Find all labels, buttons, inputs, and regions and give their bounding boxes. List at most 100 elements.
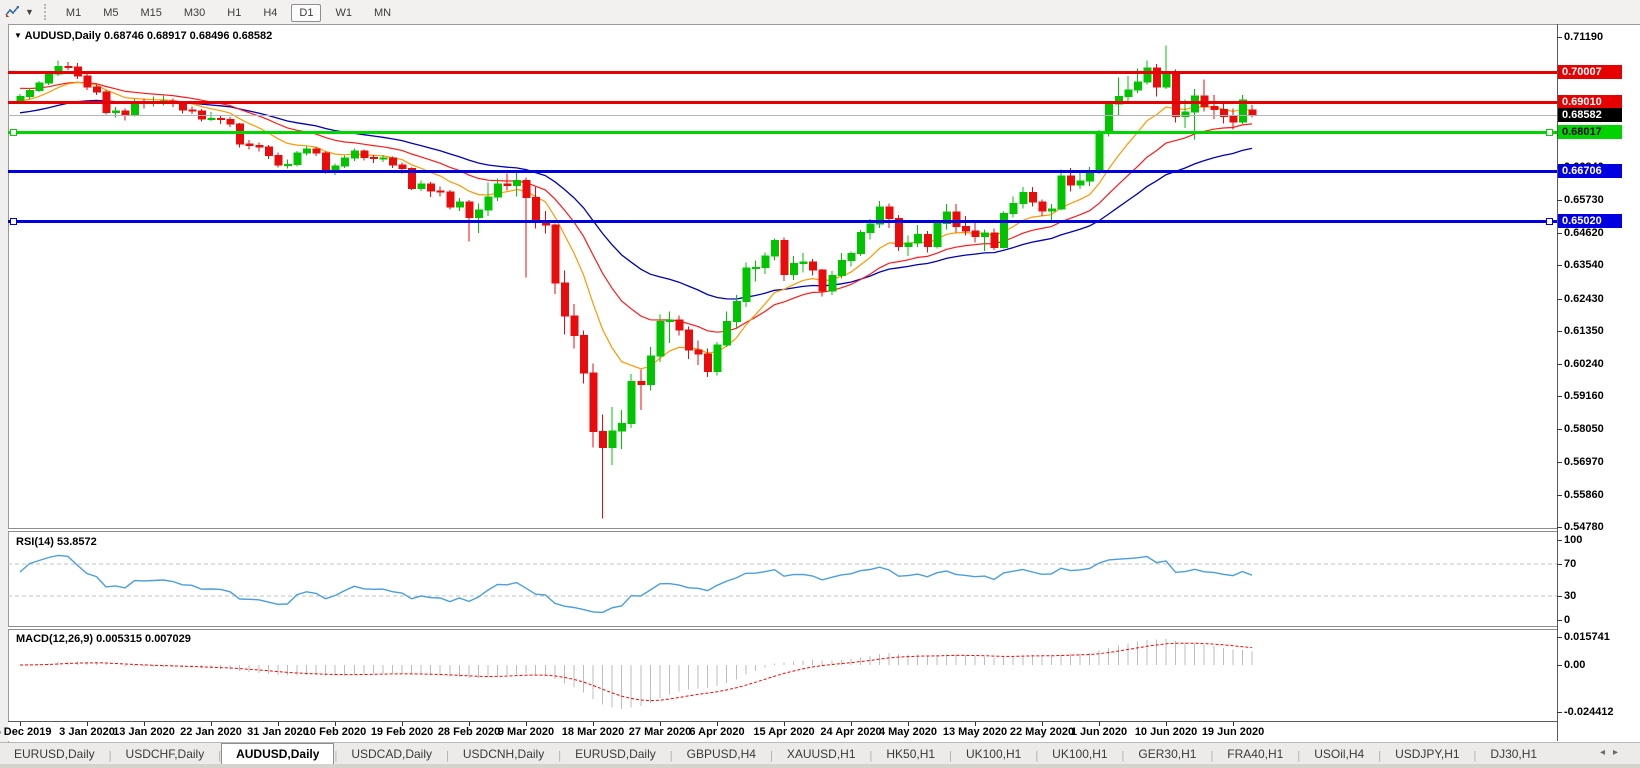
price-tick-label: 0.71190 [1564, 31, 1603, 44]
price-tick-label: 0.58050 [1564, 423, 1604, 436]
timeframe-button-m30[interactable]: M30 [176, 4, 213, 22]
macd-tick-mark [1557, 637, 1562, 638]
level-line-0.65020[interactable] [8, 220, 1557, 223]
chart-tab-xauusd-h1[interactable]: XAUUSD,H1 [773, 744, 870, 765]
chart-tab-hk50-h1[interactable]: HK50,H1 [872, 744, 949, 765]
date-label: 22 May 2020 [1010, 726, 1074, 738]
chart-tab-usdcnh-daily[interactable]: USDCNH,Daily [449, 744, 558, 765]
chart-tab-usdjpy-h1[interactable]: USDJPY,H1 [1381, 744, 1473, 765]
date-label: 13 Jan 2020 [113, 726, 175, 738]
level-line-0.70007[interactable] [8, 71, 1557, 74]
window-bottom-edge [0, 764, 1640, 768]
chart-tab-audusd-daily[interactable]: AUDUSD,Daily [221, 743, 334, 766]
toolbar-left-group: ▼ [0, 4, 55, 20]
price-tick-mark [1557, 462, 1562, 463]
rsi-tick-mark [1557, 564, 1562, 565]
price-tick-label: 0.63540 [1564, 259, 1604, 272]
chart-tab-eurusd-daily[interactable]: EURUSD,Daily [0, 744, 109, 765]
rsi-tick-label: 30 [1564, 590, 1576, 603]
level-line-handle[interactable] [10, 129, 17, 136]
date-label: 13 May 2020 [943, 726, 1007, 738]
date-label: 22 Jan 2020 [180, 726, 242, 738]
timeframe-button-d1[interactable]: D1 [291, 4, 321, 22]
price-tick-label: 0.54780 [1564, 521, 1604, 534]
chart-tab-eurusd-daily[interactable]: EURUSD,Daily [561, 744, 670, 765]
macd-tick-mark [1557, 665, 1562, 666]
chart-tab-fra40-h1[interactable]: FRA40,H1 [1213, 744, 1297, 765]
date-axis: 25 Dec 20193 Jan 202013 Jan 202022 Jan 2… [8, 722, 1557, 741]
tab-scroll-right-icon[interactable]: ▸ [1613, 747, 1626, 758]
chart-tab-usdchf-daily[interactable]: USDCHF,Daily [112, 744, 219, 765]
level-line-0.69010[interactable] [8, 101, 1557, 104]
chart-tab-ger30-h1[interactable]: GER30,H1 [1124, 744, 1210, 765]
price-level-badge: 0.70007 [1558, 65, 1622, 79]
level-line-0.68017[interactable] [8, 131, 1557, 134]
candles [17, 46, 1256, 519]
level-line-handle[interactable] [1546, 218, 1553, 225]
timeframe-button-w1[interactable]: W1 [327, 4, 360, 22]
macd-histogram [20, 639, 1252, 709]
price-tick-mark [1557, 331, 1562, 332]
chart-tab-bar: EURUSD,Daily|USDCHF,Daily|AUDUSD,Daily|U… [0, 742, 1640, 765]
chart-tab-uk100-h1[interactable]: UK100,H1 [1038, 744, 1121, 765]
level-line-0.66706[interactable] [8, 170, 1557, 173]
date-label: 19 Jun 2020 [1202, 726, 1264, 738]
timeframe-button-m5[interactable]: M5 [95, 4, 126, 22]
price-tick-label: 0.56970 [1564, 456, 1604, 469]
timeframe-button-h1[interactable]: H1 [219, 4, 249, 22]
date-label: 28 Feb 2020 [438, 726, 500, 738]
price-tick-label: 0.61350 [1564, 325, 1604, 338]
level-line-handle[interactable] [1546, 129, 1553, 136]
price-tick-mark [1557, 364, 1562, 365]
price-level-badge: 0.69010 [1558, 95, 1622, 109]
chart-tab-dj30-h1[interactable]: DJ30,H1 [1476, 744, 1551, 765]
price-tick-mark [1557, 37, 1562, 38]
price-level-badge: 0.66706 [1558, 164, 1622, 178]
price-level-badge: 0.68017 [1558, 125, 1622, 139]
price-tick-mark [1557, 265, 1562, 266]
timeframe-buttons: M1 M5 M15 M30 H1 H4 D1 W1 MN [55, 3, 402, 21]
timeframe-button-m1[interactable]: M1 [58, 4, 89, 22]
tab-scroll-left-icon[interactable]: ◂ [1600, 747, 1613, 758]
date-label: 10 Feb 2020 [304, 726, 366, 738]
price-tick-label: 0.55860 [1564, 489, 1604, 502]
level-line-handle[interactable] [10, 218, 17, 225]
rsi-tick-label: 70 [1564, 558, 1576, 571]
timeframe-toolbar: ▼ M1 M5 M15 M30 H1 H4 D1 W1 MN [0, 0, 1640, 25]
price-tick-mark [1557, 233, 1562, 234]
current-price-line [8, 115, 1557, 116]
rsi-chart-canvas [8, 532, 1557, 626]
chart-tab-usoil-h4[interactable]: USOil,H4 [1300, 744, 1378, 765]
macd-signal-line [20, 643, 1252, 700]
date-label: 18 Mar 2020 [562, 726, 624, 738]
price-tick-mark [1557, 429, 1562, 430]
price-chart-canvas [8, 24, 1557, 528]
timeframe-button-h4[interactable]: H4 [255, 4, 285, 22]
timeframe-button-m15[interactable]: M15 [132, 4, 169, 22]
price-tick-label: 0.60240 [1564, 358, 1604, 371]
toolbar-grip-handle[interactable] [44, 4, 49, 20]
rsi-tick-mark [1557, 596, 1562, 597]
price-tick-mark [1557, 495, 1562, 496]
price-level-badge: 0.65020 [1558, 214, 1622, 228]
current-price-badge: 0.68582 [1558, 108, 1622, 122]
date-label: 19 Feb 2020 [371, 726, 433, 738]
date-label: 31 Jan 2020 [247, 726, 309, 738]
charts-toolbar-icon[interactable] [4, 4, 20, 20]
chevron-down-icon[interactable]: ▼ [25, 7, 34, 17]
rsi-tick-mark [1557, 620, 1562, 621]
date-label: 24 Apr 2020 [820, 726, 881, 738]
date-label: 10 Jun 2020 [1135, 726, 1197, 738]
tab-scroll-arrows: ◂▸ [1600, 747, 1626, 758]
price-tick-label: 0.59160 [1564, 390, 1604, 403]
macd-tick-label: 0.00 [1564, 659, 1585, 672]
rsi-tick-mark [1557, 540, 1562, 541]
trading-platform-window: ▼ M1 M5 M15 M30 H1 H4 D1 W1 MN ▼ AUDUSD,Daily 0.… [0, 0, 1640, 768]
price-tick-label: 0.64620 [1564, 227, 1604, 240]
chart-tab-uk100-h1[interactable]: UK100,H1 [952, 744, 1035, 765]
timeframe-button-mn[interactable]: MN [366, 4, 399, 22]
chart-tab-usdcad-daily[interactable]: USDCAD,Daily [337, 744, 446, 765]
date-label: 15 Apr 2020 [753, 726, 814, 738]
rsi-tick-label: 100 [1564, 534, 1582, 547]
chart-tab-gbpusd-h4[interactable]: GBPUSD,H4 [673, 744, 770, 765]
